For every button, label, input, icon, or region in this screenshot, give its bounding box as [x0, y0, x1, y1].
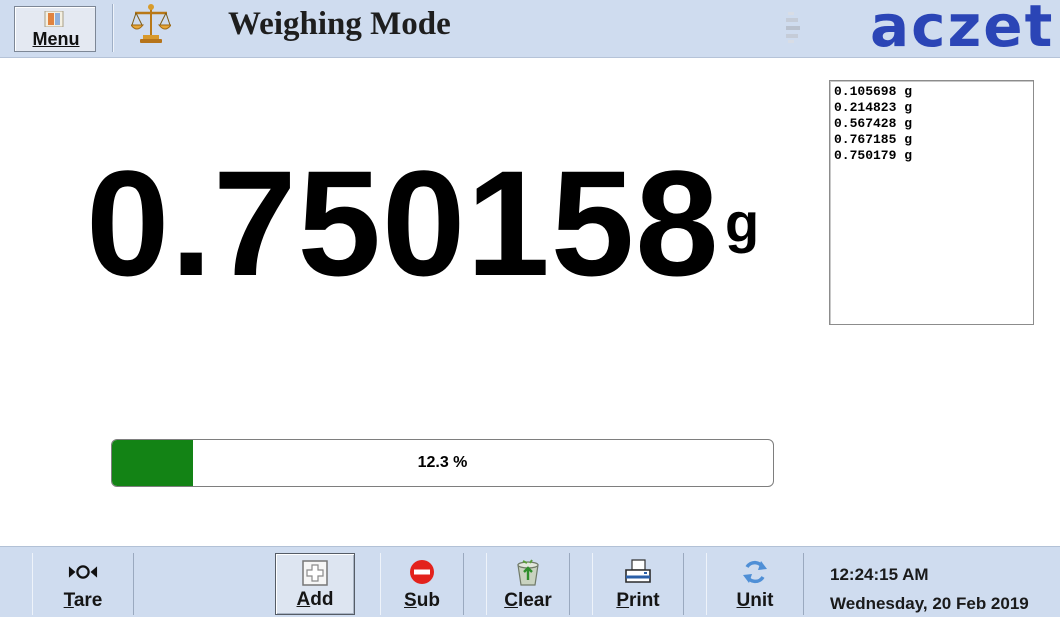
clock-date: Wednesday, 20 Feb 2019 [830, 594, 1029, 613]
progress-label: 12.3 % [417, 454, 468, 471]
log-entry[interactable]: 0.750179 g [834, 148, 912, 164]
refresh-icon [740, 558, 770, 586]
weight-unit: g [725, 191, 760, 254]
printer-icon [623, 558, 653, 586]
minus-circle-icon [407, 558, 437, 586]
print-label: rint [629, 590, 660, 611]
tare-button[interactable]: Tare [32, 553, 134, 615]
menu-button[interactable]: Menu [14, 6, 96, 52]
clear-label: lear [517, 590, 552, 611]
plus-icon [300, 559, 330, 587]
unit-mnemonic: U [736, 590, 751, 611]
capacity-progress-bar: 12.3 % [111, 439, 774, 487]
add-button[interactable]: Add [275, 553, 355, 615]
clear-mnemonic: C [504, 590, 518, 611]
sub-button[interactable]: Sub [380, 553, 464, 615]
weight-log-list[interactable]: 0.105698 g 0.214823 g 0.567428 g 0.76718… [829, 80, 1034, 325]
log-entry[interactable]: 0.567428 g [834, 116, 912, 132]
header-bar: Menu Weighing Mode aczet [0, 0, 1060, 60]
clock-time: 12:24:15 AM [830, 565, 929, 584]
sub-mnemonic: S [404, 590, 417, 611]
page-title: Weighing Mode [228, 6, 451, 42]
menu-label: Menu [32, 29, 80, 49]
add-mnemonic: A [296, 589, 311, 610]
log-entry[interactable]: 0.767185 g [834, 132, 912, 148]
unit-button[interactable]: Unit [706, 553, 804, 615]
add-label: dd [310, 589, 334, 610]
print-mnemonic: P [616, 590, 630, 611]
sub-label: ub [416, 590, 440, 611]
tare-icon [68, 558, 98, 586]
weight-reading: 0.750158 [86, 139, 720, 307]
header-divider [112, 4, 114, 52]
log-entry[interactable]: 0.105698 g [834, 84, 912, 100]
aczet-logo-mark [786, 10, 845, 44]
menu-icon [44, 11, 64, 27]
recycle-bin-icon [513, 558, 543, 586]
unit-label: nit [750, 590, 774, 611]
clear-button[interactable]: Clear [486, 553, 570, 615]
tare-label: are [73, 590, 103, 611]
tare-mnemonic: T [63, 590, 74, 611]
aczet-logo-text: aczet [870, 0, 1055, 60]
balance-scale-icon [131, 4, 171, 43]
log-entry[interactable]: 0.214823 g [834, 100, 912, 116]
print-button[interactable]: Print [592, 553, 684, 615]
